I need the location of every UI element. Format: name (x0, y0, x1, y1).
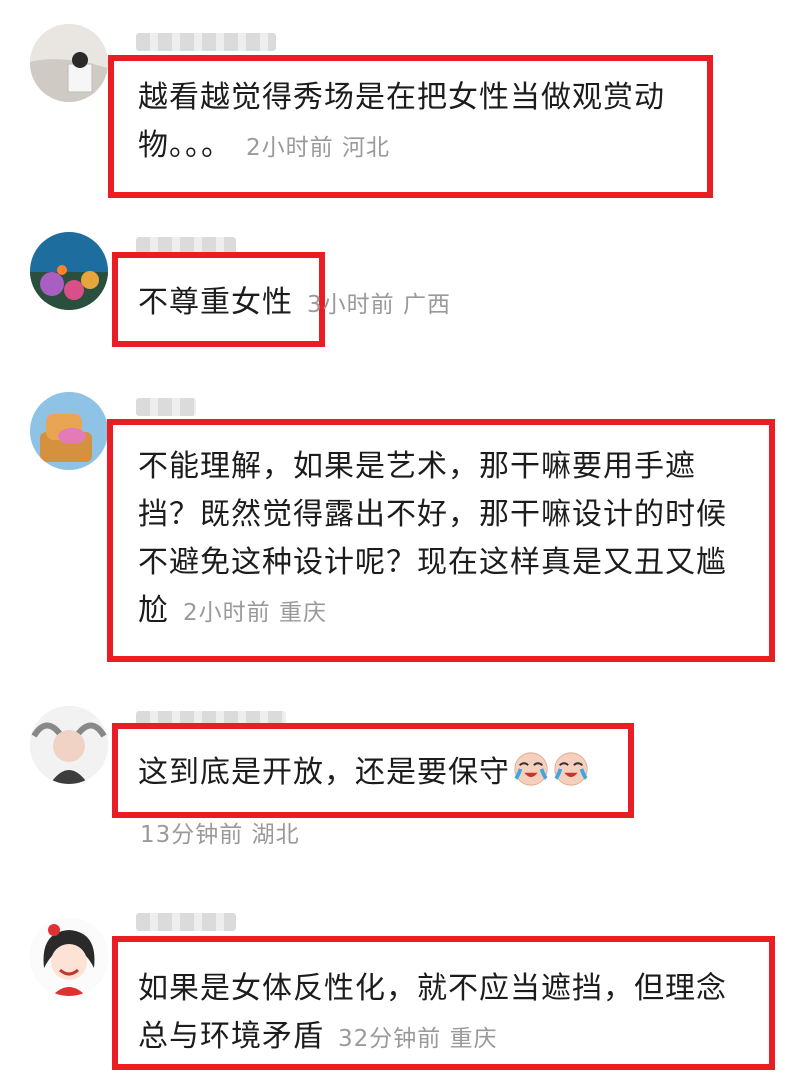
comment-meta: 2小时前 河北 (246, 135, 390, 161)
comment-text: 这到底是开放，还是要保守 (138, 749, 618, 803)
comment-location: 重庆 (278, 600, 327, 626)
comment-body: 这到底是开放，还是要保守 (138, 755, 510, 790)
comment-time: 2小时前 (246, 135, 334, 161)
avatar-image (30, 24, 108, 102)
comment-text: 不能理解，如果是艺术，那干嘛要用手遮挡？既然觉得露出不好，那干嘛设计的时候不避免… (138, 443, 753, 637)
avatar-image (30, 918, 108, 996)
comment-time: 3小时前 (307, 292, 395, 318)
comment-text: 不尊重女性 3小时前 广西 (138, 279, 698, 329)
comment-body: 越看越觉得秀场是在把女性当做观赏动物。。。 (138, 80, 665, 163)
comment-meta: 2小时前 重庆 (183, 600, 327, 626)
comment-meta: 3小时前 广西 (307, 292, 451, 318)
username-blurred[interactable] (136, 913, 236, 931)
avatar-image (30, 392, 108, 470)
avatar[interactable] (30, 232, 108, 310)
comment-location: 河北 (341, 135, 390, 161)
comment-location: 广西 (402, 292, 451, 318)
avatar[interactable] (30, 24, 108, 102)
comment-meta: 13分钟前 湖北 (140, 815, 300, 849)
comment-time: 32分钟前 (338, 1026, 442, 1052)
avatar[interactable] (30, 706, 108, 784)
comment-time: 2小时前 (183, 600, 271, 626)
username-blurred[interactable] (136, 398, 196, 416)
avatar-image (30, 232, 108, 310)
avatar-image (30, 706, 108, 784)
comment-text: 如果是女体反性化，就不应当遮挡，但理念总与环境矛盾 32分钟前 重庆 (138, 965, 753, 1063)
username-blurred[interactable] (136, 33, 276, 51)
comment-meta: 32分钟前 重庆 (338, 1026, 498, 1052)
avatar[interactable] (30, 918, 108, 996)
comment-text: 越看越觉得秀场是在把女性当做观赏动物。。。 2小时前 河北 (138, 74, 698, 172)
comment-location: 湖北 (251, 822, 300, 848)
crying-laughing-face-icon (514, 752, 548, 786)
comment-location: 重庆 (449, 1026, 498, 1052)
comment-body: 不尊重女性 (138, 285, 293, 320)
crying-laughing-face-icon (554, 752, 588, 786)
avatar[interactable] (30, 392, 108, 470)
comment-time: 13分钟前 (140, 822, 244, 848)
crying-laughing-emoji-group (510, 750, 590, 803)
